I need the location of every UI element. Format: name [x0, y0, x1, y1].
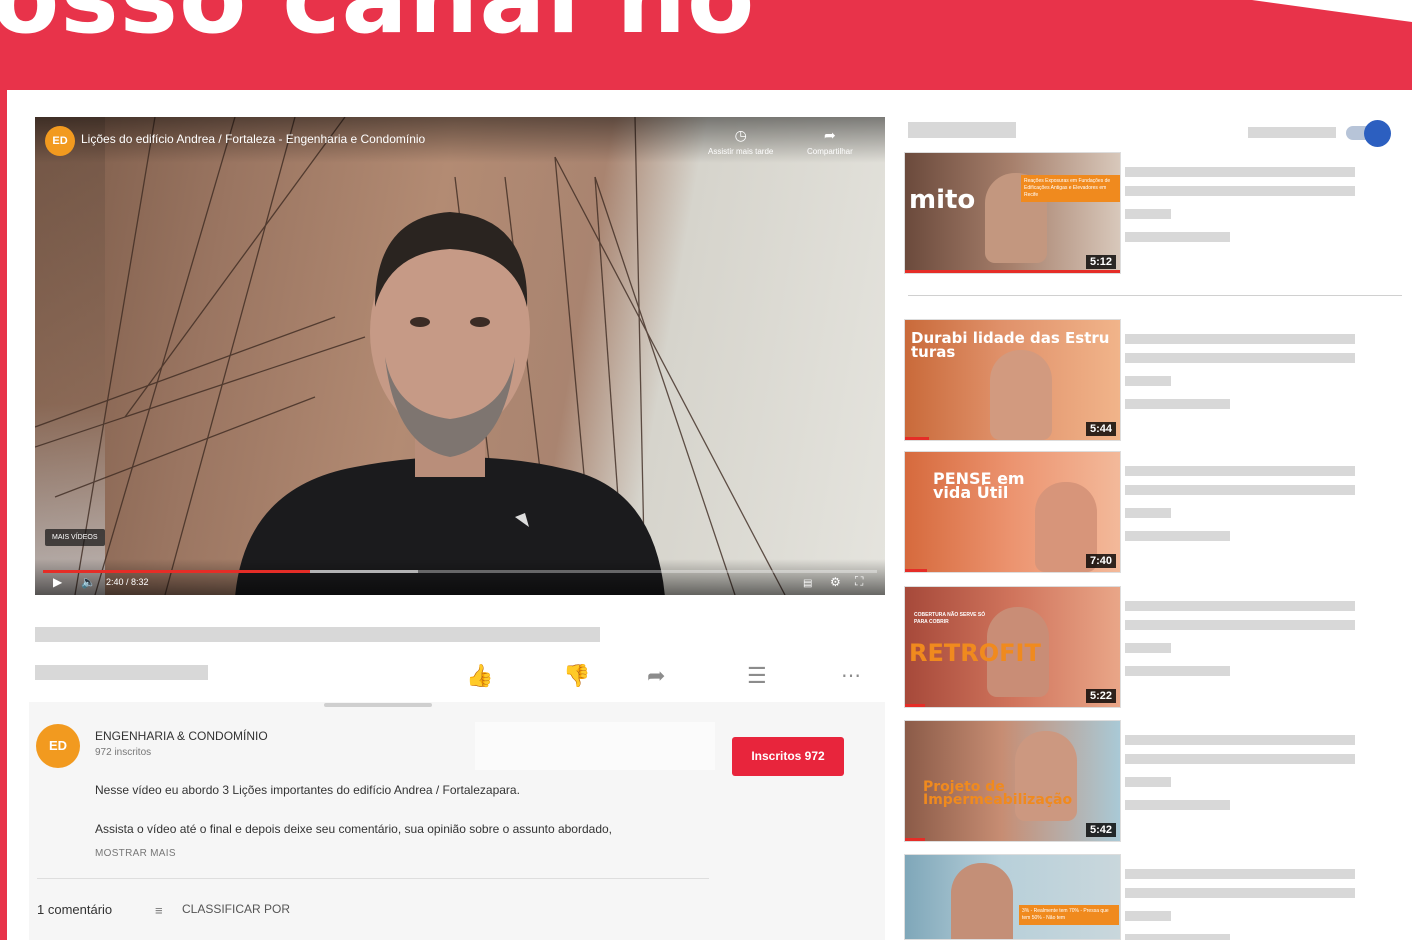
share-label: Compartilhar	[807, 147, 853, 156]
progress-played	[43, 570, 310, 573]
time-display: 2:40 / 8:32	[106, 577, 149, 587]
related-title-placeholder	[1125, 888, 1355, 898]
banner-heading: osso canal no	[0, 0, 755, 48]
description-line-2: Assista o vídeo até o final e depois dei…	[95, 822, 613, 836]
related-views-placeholder	[1125, 934, 1230, 940]
settings-icon[interactable]: ⚙	[830, 575, 841, 589]
related-title-placeholder	[1125, 620, 1355, 630]
progress-bar[interactable]	[43, 570, 877, 573]
like-icon[interactable]: 👍	[466, 662, 493, 690]
view-count-placeholder	[35, 665, 208, 680]
watched-bar	[905, 569, 927, 572]
player-controls: ▶ 🔈 2:40 / 8:32 ▤ ⚙ ⛶	[35, 559, 885, 595]
related-title-placeholder	[1125, 485, 1355, 495]
related-channel-placeholder	[1125, 643, 1171, 653]
video-duration: 5:44	[1085, 422, 1116, 436]
share-button[interactable]: ➦ Compartilhar	[807, 127, 853, 156]
thumbnail-text: Durabi lidade das Estru turas	[911, 329, 1110, 361]
related-title-placeholder	[1125, 754, 1355, 764]
watched-bar	[905, 838, 925, 841]
show-more-link[interactable]: MOSTRAR MAIS	[95, 848, 176, 859]
thumbnail-text: PENSE em vida Útil	[933, 469, 1025, 503]
comment-count: 1 comentário	[37, 902, 113, 917]
related-title-placeholder	[1125, 466, 1355, 476]
dislike-icon[interactable]: 👎	[563, 662, 590, 690]
related-views-placeholder	[1125, 232, 1230, 242]
thumbnail-text: mito	[909, 185, 976, 215]
autoplay-toggle-knob[interactable]	[1364, 120, 1391, 147]
thumbnail-presenter	[951, 863, 1013, 939]
watched-bar	[905, 704, 925, 707]
player-video-title[interactable]: Lições do edifício Andrea / Fortaleza - …	[81, 132, 425, 146]
related-title-placeholder	[1125, 186, 1355, 196]
related-title-placeholder	[1125, 167, 1355, 177]
volume-icon[interactable]: 🔈	[81, 575, 96, 589]
thumbnail-note: Reações Exposuras em Fundações de Edific…	[1021, 175, 1120, 202]
player-channel-logo[interactable]: ED	[45, 126, 75, 156]
video-duration: 5:12	[1085, 255, 1116, 269]
related-channel-placeholder	[1125, 209, 1171, 219]
comments-divider	[37, 878, 709, 879]
presenter	[235, 212, 665, 595]
video-player[interactable]: ED Lições do edifício Andrea / Fortaleza…	[35, 117, 885, 595]
video-title-placeholder	[35, 627, 600, 642]
related-views-placeholder	[1125, 531, 1230, 541]
related-title-placeholder	[1125, 869, 1355, 879]
thumbnail-text: RETROFIT	[909, 639, 1041, 667]
up-next-separator	[908, 295, 1402, 296]
related-channel-placeholder	[1125, 508, 1171, 518]
subscribe-button[interactable]: Inscritos 972	[732, 737, 844, 776]
related-video-thumbnail[interactable]: Projeto de Impermeabilização 5:42	[904, 720, 1121, 842]
related-channel-placeholder	[1125, 376, 1171, 386]
watch-later-label: Assistir mais tarde	[708, 147, 774, 156]
video-duration: 5:42	[1085, 823, 1116, 837]
more-videos-button[interactable]: MAIS VÍDEOS	[45, 529, 105, 546]
related-channel-placeholder	[1125, 777, 1171, 787]
sort-by-button[interactable]: CLASSIFICAR POR	[182, 902, 290, 916]
video-duration: 7:40	[1085, 554, 1116, 568]
related-video-thumbnail[interactable]: mito Reações Exposuras em Fundações de E…	[904, 152, 1121, 274]
panel-blank-box	[475, 722, 715, 770]
related-video-thumbnail[interactable]: 3% - Realmente tem 70% - Pressa que tem …	[904, 854, 1121, 940]
related-title-placeholder	[1125, 735, 1355, 745]
related-video-thumbnail[interactable]: Durabi lidade das Estru turas 5:44	[904, 319, 1121, 441]
channel-name[interactable]: ENGENHARIA & CONDOMÍNIO	[95, 729, 268, 743]
share-icon: ➦	[824, 127, 836, 143]
video-duration: 5:22	[1085, 689, 1116, 703]
autoplay-label-placeholder	[1248, 127, 1336, 138]
related-title-placeholder	[1125, 334, 1355, 344]
subscriber-count: 972 inscritos	[95, 747, 152, 758]
add-to-playlist-icon[interactable]: ☰	[747, 662, 767, 690]
up-next-heading-placeholder	[908, 122, 1016, 138]
related-views-placeholder	[1125, 399, 1230, 409]
thumbnail-note: 3% - Realmente tem 70% - Pressa que tem …	[1019, 905, 1119, 925]
more-icon[interactable]: ⋯	[841, 662, 861, 690]
thumbnail-text: Projeto de Impermeabilização	[923, 779, 1073, 808]
thumbnail-note: COBERTURA NÃO SERVE SÓ PARA COBRIR	[914, 612, 986, 625]
play-icon[interactable]: ▶	[53, 575, 62, 589]
watched-bar	[905, 437, 929, 440]
panel-scrollbar[interactable]	[324, 703, 432, 707]
watched-bar	[905, 270, 1120, 273]
captions-icon[interactable]: ▤	[803, 578, 812, 589]
share-arrow-icon[interactable]: ➦	[647, 662, 665, 690]
related-title-placeholder	[1125, 353, 1355, 363]
watch-later-button[interactable]: ◷ Assistir mais tarde	[708, 127, 773, 156]
related-channel-placeholder	[1125, 911, 1171, 921]
fullscreen-icon[interactable]: ⛶	[855, 574, 863, 589]
channel-avatar[interactable]: ED	[36, 724, 80, 768]
description-panel: ED ENGENHARIA & CONDOMÍNIO 972 inscritos…	[29, 702, 885, 940]
description-line-1: Nesse vídeo eu abordo 3 Lições important…	[95, 783, 520, 797]
sort-icon[interactable]: ≡	[155, 903, 163, 918]
related-video-thumbnail[interactable]: COBERTURA NÃO SERVE SÓ PARA COBRIR RETRO…	[904, 586, 1121, 708]
related-views-placeholder	[1125, 666, 1230, 676]
related-title-placeholder	[1125, 601, 1355, 611]
banner-frame-edge	[0, 88, 7, 940]
thumbnail-presenter	[990, 350, 1052, 440]
related-views-placeholder	[1125, 800, 1230, 810]
banner-corner	[1252, 0, 1412, 22]
clock-icon: ◷	[734, 127, 747, 143]
related-video-thumbnail[interactable]: PENSE em vida Útil 7:40	[904, 451, 1121, 573]
promo-banner: osso canal no	[0, 0, 1412, 90]
